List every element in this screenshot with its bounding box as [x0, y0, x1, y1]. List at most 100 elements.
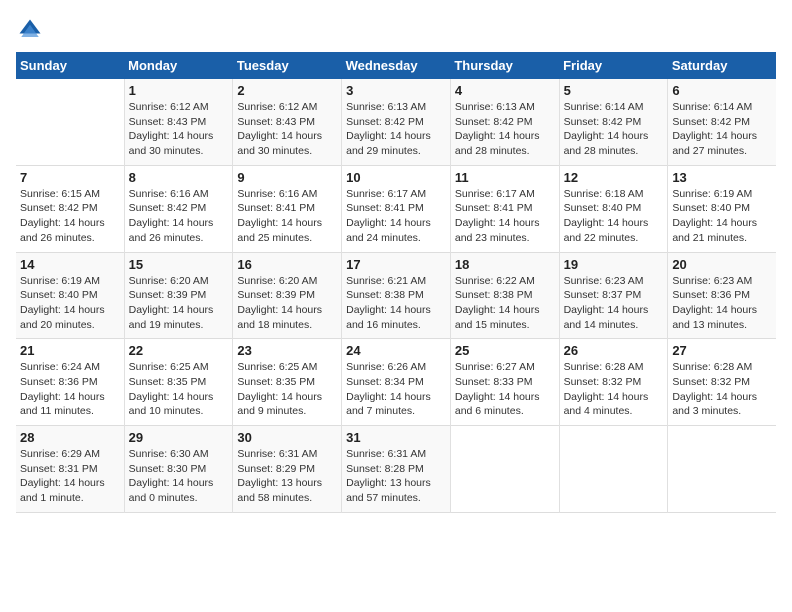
calendar-cell: 9Sunrise: 6:16 AM Sunset: 8:41 PM Daylig… [233, 165, 342, 252]
day-info: Sunrise: 6:23 AM Sunset: 8:37 PM Dayligh… [564, 274, 664, 333]
day-number: 31 [346, 430, 446, 445]
calendar-cell: 23 Sunrise: 6:25 AM Sunset: 8:35 PM Dayli… [233, 339, 342, 426]
day-number: 28 [20, 430, 120, 445]
day-number: 30 [237, 430, 337, 445]
day-number: 24 [346, 343, 446, 358]
day-header-friday: Friday [559, 52, 668, 79]
day-number: 21 [20, 343, 120, 358]
day-number: 4 [455, 83, 555, 98]
day-number: 6 [672, 83, 772, 98]
day-number: 19 [564, 257, 664, 272]
calendar-cell [16, 79, 124, 165]
day-info: Sunrise: 6:17 AM Sunset: 8:41 PM Dayligh… [346, 187, 446, 246]
day-info: Sunrise: 6:20 AM Sunset: 8:39 PM Dayligh… [129, 274, 229, 333]
calendar-cell: 28 Sunrise: 6:29 AM Sunset: 8:31 PM Dayli… [16, 426, 124, 513]
day-info: Sunrise: 6:19 AM Sunset: 8:40 PM Dayligh… [672, 187, 772, 246]
week-row-1: 1 Sunrise: 6:12 AM Sunset: 8:43 PM Daylig… [16, 79, 776, 165]
calendar-cell: 29 Sunrise: 6:30 AM Sunset: 8:30 PM Dayli… [124, 426, 233, 513]
header [16, 16, 776, 44]
calendar-cell [450, 426, 559, 513]
day-number: 27 [672, 343, 772, 358]
day-number: 1 [129, 83, 229, 98]
day-info: Sunrise: 6:21 AM Sunset: 8:38 PM Dayligh… [346, 274, 446, 333]
calendar-cell: 11 Sunrise: 6:17 AM Sunset: 8:41 PM Dayli… [450, 165, 559, 252]
calendar-cell: 18 Sunrise: 6:22 AM Sunset: 8:38 PM Dayli… [450, 252, 559, 339]
day-info: Sunrise: 6:30 AM Sunset: 8:30 PM Dayligh… [129, 447, 229, 506]
day-info: Sunrise: 6:29 AM Sunset: 8:31 PM Dayligh… [20, 447, 120, 506]
day-info: Sunrise: 6:28 AM Sunset: 8:32 PM Dayligh… [564, 360, 664, 419]
day-info: Sunrise: 6:25 AM Sunset: 8:35 PM Dayligh… [237, 360, 337, 419]
calendar-cell: 7 Sunrise: 6:15 AM Sunset: 8:42 PM Daylig… [16, 165, 124, 252]
calendar-cell: 26 Sunrise: 6:28 AM Sunset: 8:32 PM Dayli… [559, 339, 668, 426]
day-number: 22 [129, 343, 229, 358]
calendar-cell: 17 Sunrise: 6:21 AM Sunset: 8:38 PM Dayli… [342, 252, 451, 339]
day-info: Sunrise: 6:13 AM Sunset: 8:42 PM Dayligh… [455, 100, 555, 159]
day-number: 17 [346, 257, 446, 272]
day-number: 20 [672, 257, 772, 272]
day-number: 7 [20, 170, 120, 185]
day-header-monday: Monday [124, 52, 233, 79]
calendar-cell: 21 Sunrise: 6:24 AM Sunset: 8:36 PM Dayli… [16, 339, 124, 426]
calendar-cell: 14 Sunrise: 6:19 AM Sunset: 8:40 PM Dayli… [16, 252, 124, 339]
day-info: Sunrise: 6:15 AM Sunset: 8:42 PM Dayligh… [20, 187, 120, 246]
day-info: Sunrise: 6:14 AM Sunset: 8:42 PM Dayligh… [564, 100, 664, 159]
day-number: 14 [20, 257, 120, 272]
day-number: 8 [129, 170, 229, 185]
calendar-cell: 1 Sunrise: 6:12 AM Sunset: 8:43 PM Daylig… [124, 79, 233, 165]
day-header-tuesday: Tuesday [233, 52, 342, 79]
day-info: Sunrise: 6:13 AM Sunset: 8:42 PM Dayligh… [346, 100, 446, 159]
calendar-cell: 13 Sunrise: 6:19 AM Sunset: 8:40 PM Dayli… [668, 165, 776, 252]
day-number: 23 [237, 343, 337, 358]
day-number: 12 [564, 170, 664, 185]
calendar-cell [559, 426, 668, 513]
week-row-3: 14 Sunrise: 6:19 AM Sunset: 8:40 PM Dayli… [16, 252, 776, 339]
day-info: Sunrise: 6:12 AM Sunset: 8:43 PM Dayligh… [129, 100, 229, 159]
header-row: SundayMondayTuesdayWednesdayThursdayFrid… [16, 52, 776, 79]
logo [16, 16, 48, 44]
day-info: Sunrise: 6:25 AM Sunset: 8:35 PM Dayligh… [129, 360, 229, 419]
day-info: Sunrise: 6:22 AM Sunset: 8:38 PM Dayligh… [455, 274, 555, 333]
day-number: 5 [564, 83, 664, 98]
day-info: Sunrise: 6:16 AM Sunset: 8:42 PM Dayligh… [129, 187, 229, 246]
day-info: Sunrise: 6:27 AM Sunset: 8:33 PM Dayligh… [455, 360, 555, 419]
week-row-4: 21 Sunrise: 6:24 AM Sunset: 8:36 PM Dayli… [16, 339, 776, 426]
day-info: Sunrise: 6:31 AM Sunset: 8:29 PM Dayligh… [237, 447, 337, 506]
calendar-cell: 15 Sunrise: 6:20 AM Sunset: 8:39 PM Dayli… [124, 252, 233, 339]
day-number: 11 [455, 170, 555, 185]
day-info: Sunrise: 6:14 AM Sunset: 8:42 PM Dayligh… [672, 100, 772, 159]
calendar-table: SundayMondayTuesdayWednesdayThursdayFrid… [16, 52, 776, 513]
calendar-cell: 8 Sunrise: 6:16 AM Sunset: 8:42 PM Daylig… [124, 165, 233, 252]
day-number: 13 [672, 170, 772, 185]
day-header-saturday: Saturday [668, 52, 776, 79]
calendar-cell: 16Sunrise: 6:20 AM Sunset: 8:39 PM Dayli… [233, 252, 342, 339]
calendar-cell [668, 426, 776, 513]
calendar-cell: 2Sunrise: 6:12 AM Sunset: 8:43 PM Daylig… [233, 79, 342, 165]
day-info: Sunrise: 6:24 AM Sunset: 8:36 PM Dayligh… [20, 360, 120, 419]
day-header-sunday: Sunday [16, 52, 124, 79]
calendar-cell: 12 Sunrise: 6:18 AM Sunset: 8:40 PM Dayli… [559, 165, 668, 252]
day-info: Sunrise: 6:17 AM Sunset: 8:41 PM Dayligh… [455, 187, 555, 246]
day-info: Sunrise: 6:26 AM Sunset: 8:34 PM Dayligh… [346, 360, 446, 419]
day-header-thursday: Thursday [450, 52, 559, 79]
day-info: Sunrise: 6:31 AM Sunset: 8:28 PM Dayligh… [346, 447, 446, 506]
day-info: Sunrise: 6:18 AM Sunset: 8:40 PM Dayligh… [564, 187, 664, 246]
calendar-cell: 30 Sunrise: 6:31 AM Sunset: 8:29 PM Dayli… [233, 426, 342, 513]
day-number: 15 [129, 257, 229, 272]
day-number: 3 [346, 83, 446, 98]
day-number: 2 [237, 83, 337, 98]
day-number: 25 [455, 343, 555, 358]
day-number: 16 [237, 257, 337, 272]
calendar-cell: 5 Sunrise: 6:14 AM Sunset: 8:42 PM Daylig… [559, 79, 668, 165]
day-number: 29 [129, 430, 229, 445]
calendar-cell: 22 Sunrise: 6:25 AM Sunset: 8:35 PM Dayli… [124, 339, 233, 426]
calendar-cell: 24 Sunrise: 6:26 AM Sunset: 8:34 PM Dayli… [342, 339, 451, 426]
day-number: 18 [455, 257, 555, 272]
calendar-cell: 3 Sunrise: 6:13 AM Sunset: 8:42 PM Daylig… [342, 79, 451, 165]
day-number: 9 [237, 170, 337, 185]
calendar-cell: 31 Sunrise: 6:31 AM Sunset: 8:28 PM Dayli… [342, 426, 451, 513]
calendar-cell: 6 Sunrise: 6:14 AM Sunset: 8:42 PM Daylig… [668, 79, 776, 165]
day-number: 10 [346, 170, 446, 185]
day-info: Sunrise: 6:19 AM Sunset: 8:40 PM Dayligh… [20, 274, 120, 333]
day-number: 26 [564, 343, 664, 358]
day-info: Sunrise: 6:28 AM Sunset: 8:32 PM Dayligh… [672, 360, 772, 419]
